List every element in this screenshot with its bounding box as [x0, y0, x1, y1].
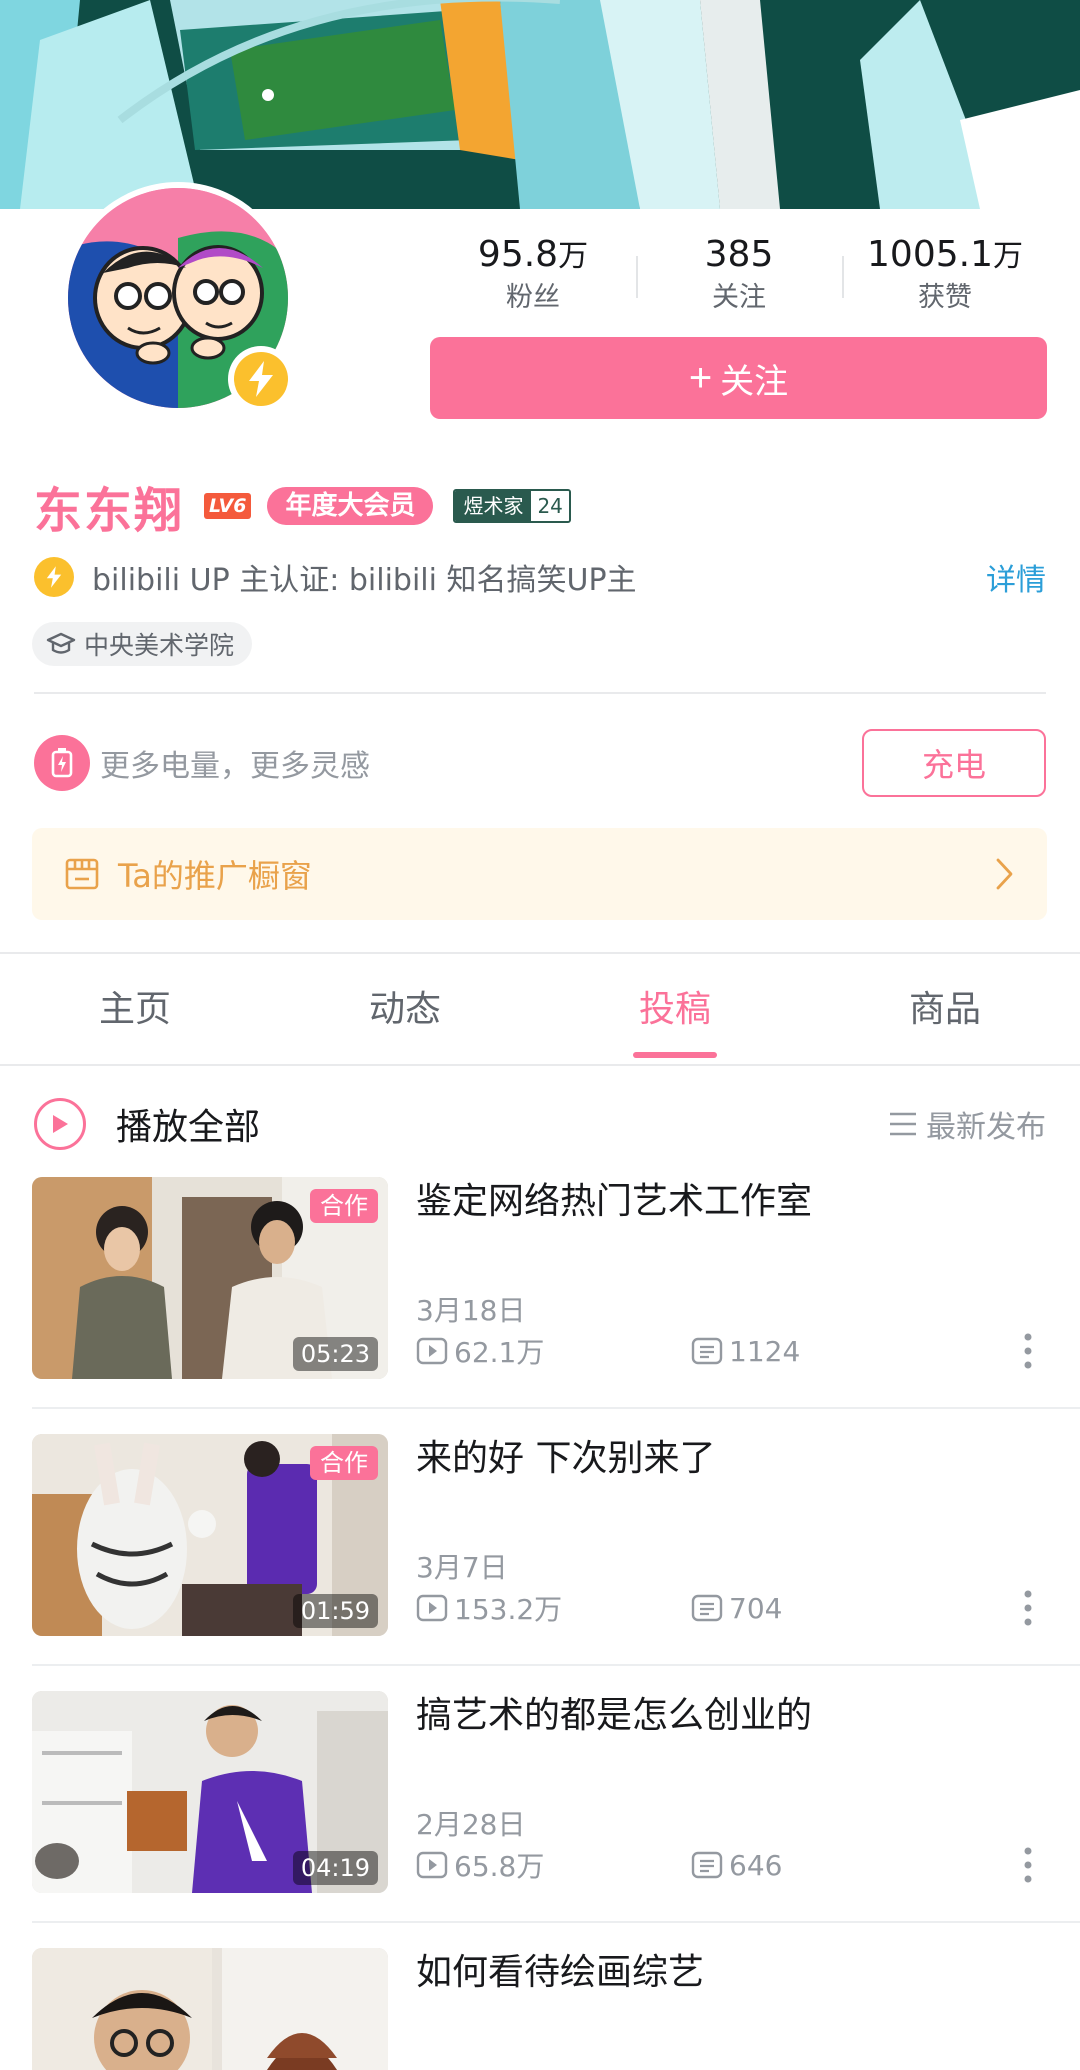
graduation-cap-icon	[46, 632, 76, 654]
video-item[interactable]: 合作 01:59 来的好 下次别来了 3月7日 153.2万 704	[0, 1434, 1080, 1692]
profile-stats: 95.8万 粉丝 385 关注 1005.1万 获赞	[430, 232, 1048, 322]
stat-fans[interactable]: 95.8万 粉丝	[430, 232, 636, 322]
video-item[interactable]: 合作 05:23 鉴定网络热门艺术工作室 3月18日 62.1万 1124	[0, 1177, 1080, 1435]
tab-bar: 主页 动态 投稿 商品	[0, 962, 1080, 1066]
promo-text: Ta的推广橱窗	[118, 857, 312, 895]
charge-row: 更多电量，更多灵感 充电	[34, 728, 1046, 798]
fan-medal[interactable]: 煜术家 24	[453, 489, 571, 523]
collab-badge: 合作	[310, 1446, 378, 1480]
video-title[interactable]: 来的好 下次别来了	[416, 1436, 715, 1482]
profile-banner	[0, 0, 1080, 209]
comment-icon	[691, 1593, 723, 1623]
divider	[32, 1921, 1080, 1923]
video-thumbnail[interactable]: 04:19	[32, 1691, 388, 1893]
tab-home[interactable]: 主页	[0, 962, 270, 1064]
verified-bolt-icon	[228, 346, 294, 412]
video-title[interactable]: 鉴定网络热门艺术工作室	[416, 1179, 812, 1225]
video-meta: 62.1万 1124	[416, 1331, 1046, 1371]
school-label: 中央美术学院	[84, 631, 235, 660]
video-duration: 01:59	[292, 1594, 378, 1628]
video-duration: 05:23	[292, 1337, 378, 1371]
video-item[interactable]: 04:19 搞艺术的都是怎么创业的 2月28日 65.8万 646	[0, 1691, 1080, 1949]
lightning-icon	[34, 557, 74, 597]
play-count-icon	[416, 1850, 448, 1880]
tab-uploads[interactable]: 投稿	[540, 962, 810, 1064]
play-count-icon	[416, 1593, 448, 1623]
school-tag[interactable]: 中央美术学院	[32, 622, 253, 666]
video-date: 3月18日	[416, 1294, 526, 1327]
sort-button[interactable]: 最新发布	[888, 1102, 1046, 1146]
play-all-button[interactable]: 播放全部	[116, 1098, 888, 1150]
comment-icon	[691, 1850, 723, 1880]
vip-badge[interactable]: 年度大会员	[267, 487, 434, 525]
plus-icon: +	[688, 355, 713, 400]
more-options-icon[interactable]	[1010, 1329, 1046, 1373]
video-title[interactable]: 搞艺术的都是怎么创业的	[416, 1693, 812, 1739]
username: 东东翔	[34, 483, 185, 539]
certification-text: bilibili UP 主认证: bilibili 知名搞笑UP主	[92, 563, 637, 598]
level-badge: LV6	[204, 493, 252, 519]
section-divider	[0, 952, 1080, 954]
more-options-icon[interactable]	[1010, 1586, 1046, 1630]
video-thumbnail[interactable]: 合作 05:23	[32, 1177, 388, 1379]
charge-button[interactable]: 充电	[862, 729, 1046, 797]
video-title[interactable]: 如何看待绘画综艺	[416, 1950, 704, 1996]
play-count-icon	[416, 1336, 448, 1366]
play-all-icon[interactable]	[34, 1098, 86, 1150]
divider	[34, 692, 1046, 694]
stat-likes[interactable]: 1005.1万 获赞	[842, 232, 1048, 322]
video-date: 3月7日	[416, 1551, 508, 1584]
video-thumbnail[interactable]	[32, 1948, 388, 2070]
video-meta: 65.8万 646	[416, 1845, 1046, 1885]
more-options-icon[interactable]	[1010, 1843, 1046, 1887]
follow-button[interactable]: + 关注	[430, 337, 1047, 419]
collab-badge: 合作	[310, 1189, 378, 1223]
promo-showcase[interactable]: Ta的推广橱窗	[32, 828, 1047, 920]
details-link[interactable]: 详情	[986, 555, 1046, 599]
divider	[32, 1664, 1080, 1666]
video-date: 2月28日	[416, 1808, 526, 1841]
charge-text: 更多电量，更多灵感	[100, 749, 370, 784]
certification-row: bilibili UP 主认证: bilibili 知名搞笑UP主 详情	[34, 552, 1046, 602]
play-all-row: 播放全部 最新发布	[34, 1092, 1046, 1156]
name-row: 东东翔 LV6 年度大会员 煜术家 24	[34, 472, 571, 540]
video-duration: 04:19	[292, 1851, 378, 1885]
battery-icon	[34, 735, 90, 791]
video-item[interactable]: 如何看待绘画综艺	[0, 1948, 1080, 2070]
video-thumbnail[interactable]: 合作 01:59	[32, 1434, 388, 1636]
stat-following[interactable]: 385 关注	[636, 232, 842, 322]
tab-dynamic[interactable]: 动态	[270, 962, 540, 1064]
chevron-right-icon	[996, 858, 1013, 890]
tab-products[interactable]: 商品	[810, 962, 1080, 1064]
divider	[32, 1407, 1080, 1409]
video-meta: 153.2万 704	[416, 1588, 1046, 1628]
list-icon	[890, 1112, 916, 1136]
follow-button-label: 关注	[720, 362, 789, 401]
comment-icon	[691, 1336, 723, 1366]
shop-window-icon	[65, 858, 99, 890]
